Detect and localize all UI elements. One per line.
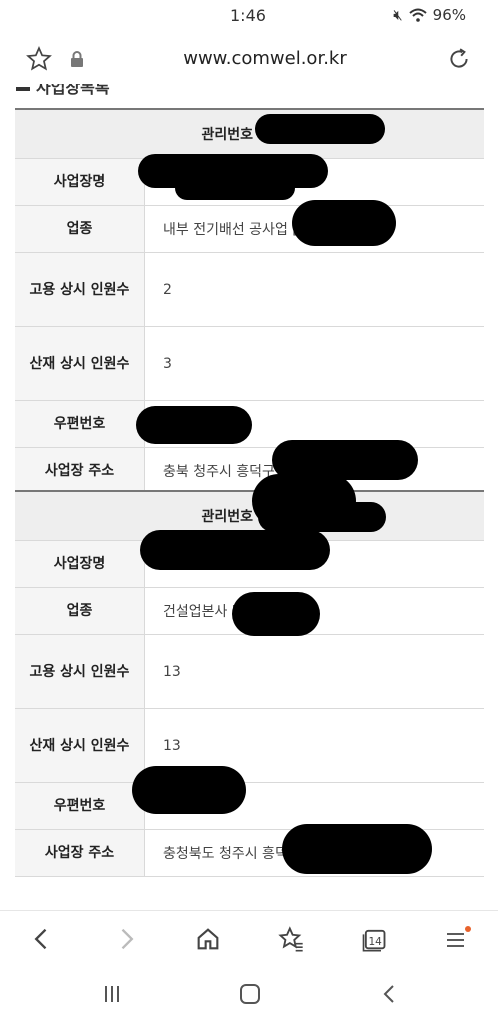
heading-bar (16, 86, 30, 91)
reload-icon[interactable] (446, 46, 472, 72)
wifi-icon (408, 8, 427, 22)
menu-icon[interactable] (443, 925, 471, 953)
table-row: 고용 상시 인원수 13 (15, 634, 484, 709)
table-row: 산재 상시 인원수 13 (15, 708, 484, 783)
table-row: 업종 내부 전기배선 공사업 [ (15, 205, 484, 253)
redaction-mark (258, 502, 386, 532)
mgmt-number-row: 관리번호 : 608 (15, 108, 484, 159)
recent-apps-icon[interactable] (100, 982, 124, 1006)
redaction-mark (175, 176, 295, 200)
table-row: 산재 상시 인원수 3 (15, 326, 484, 401)
redaction-mark (136, 406, 252, 444)
battery-level: 96% (432, 6, 466, 24)
url-text[interactable]: www.comwel.or.kr (150, 48, 380, 69)
back-icon[interactable] (28, 925, 56, 953)
status-bar: 1:46 🔇︎ 96% (0, 0, 498, 32)
redaction-mark (132, 766, 246, 814)
forward-icon[interactable] (112, 925, 140, 953)
browser-url-bar: www.comwel.or.kr (0, 36, 498, 84)
bookmarks-icon[interactable] (277, 925, 305, 953)
lock-icon (71, 51, 83, 67)
field-value: 2 (144, 252, 484, 327)
field-label: 고용 상시 인원수 (15, 252, 145, 327)
field-value: 3 (144, 326, 484, 401)
redaction-mark (282, 824, 432, 874)
field-label: 사업장 주소 (15, 447, 145, 495)
bookmark-star-icon[interactable] (26, 46, 52, 72)
redaction-mark (255, 114, 385, 144)
field-label: 업종 (15, 205, 145, 253)
redaction-mark (292, 200, 396, 246)
tabs-icon[interactable]: 14 (360, 925, 388, 953)
field-label: 고용 상시 인원수 (15, 634, 145, 709)
field-label: 산재 상시 인원수 (15, 326, 145, 401)
field-value: 13 (144, 634, 484, 709)
home-icon[interactable] (194, 925, 222, 953)
field-label: 업종 (15, 587, 145, 635)
redaction-mark (232, 592, 320, 636)
mgmt-number: 관리번호 : 608 (15, 108, 484, 159)
section-heading: 사업장목록 (16, 84, 110, 98)
home-button-icon[interactable] (238, 982, 262, 1006)
tab-count: 14 (368, 936, 382, 948)
system-back-icon[interactable] (378, 982, 402, 1006)
field-label: 사업장명 (15, 540, 145, 588)
table-row: 고용 상시 인원수 2 (15, 252, 484, 327)
field-label: 사업장 주소 (15, 829, 145, 877)
field-label: 사업장명 (15, 158, 145, 206)
table-row: 우편번호 (15, 782, 484, 830)
system-nav-bar (0, 964, 498, 1024)
mute-icon: 🔇︎ (393, 6, 403, 24)
redaction-mark (140, 530, 330, 570)
status-icons: 🔇︎ 96% (393, 6, 466, 24)
browser-toolbar: 14 (0, 910, 498, 965)
page-content: 사업장목록 관리번호 : 608 사업장명 업종 내부 전기배선 공사업 [ 고… (0, 84, 498, 910)
status-time: 1:46 (230, 6, 266, 25)
field-label: 우편번호 (15, 400, 145, 448)
field-label: 산재 상시 인원수 (15, 708, 145, 783)
field-label: 우편번호 (15, 782, 145, 830)
